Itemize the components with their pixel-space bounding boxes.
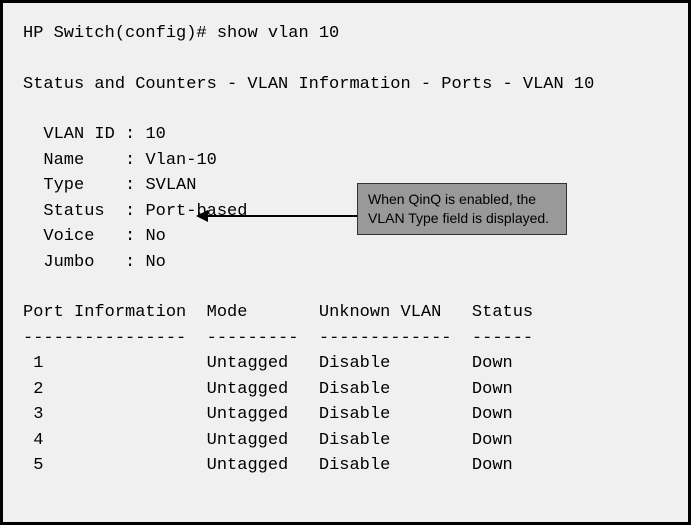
table-row: 2 Untagged Disable Down	[23, 377, 533, 403]
cli-command: show vlan 10	[217, 24, 339, 43]
table-row: 5 Untagged Disable Down	[23, 453, 533, 479]
col-port-info: Port Information	[23, 300, 207, 326]
field-value: 10	[145, 125, 165, 144]
command-line: HP Switch(config)# show vlan 10	[23, 21, 668, 47]
field-type: Type : SVLAN	[23, 173, 668, 199]
port-table: Port Information Mode Unknown VLAN Statu…	[23, 300, 533, 479]
callout-arrow-head-icon	[196, 210, 208, 222]
field-label: Name	[43, 151, 84, 170]
field-label: Status	[43, 202, 104, 221]
field-value: No	[145, 227, 165, 246]
col-status: Status	[472, 300, 533, 326]
callout-arrow-line	[203, 215, 357, 217]
field-voice: Voice : No	[23, 224, 668, 250]
table-row: 3 Untagged Disable Down	[23, 402, 533, 428]
field-label: VLAN ID	[43, 125, 114, 144]
table-row: 1 Untagged Disable Down	[23, 351, 533, 377]
section-header: Status and Counters - VLAN Information -…	[23, 72, 668, 98]
table-header-row: Port Information Mode Unknown VLAN Statu…	[23, 300, 533, 326]
cli-prompt: HP Switch(config)#	[23, 24, 217, 43]
callout-box: When QinQ is enabled, the VLAN Type fiel…	[357, 183, 567, 235]
col-unknown-vlan: Unknown VLAN	[319, 300, 472, 326]
field-value: No	[145, 253, 165, 272]
field-value: Vlan-10	[145, 151, 216, 170]
field-value: SVLAN	[145, 176, 196, 195]
field-name: Name : Vlan-10	[23, 148, 668, 174]
field-label: Type	[43, 176, 84, 195]
field-vlan-id: VLAN ID : 10	[23, 122, 668, 148]
field-status: Status : Port-based	[23, 199, 668, 225]
field-label: Voice	[43, 227, 94, 246]
table-separator-row: ---------------- --------- -------------…	[23, 326, 533, 352]
table-row: 4 Untagged Disable Down	[23, 428, 533, 454]
field-label: Jumbo	[43, 253, 94, 272]
field-jumbo: Jumbo : No	[23, 250, 668, 276]
col-mode: Mode	[207, 300, 319, 326]
